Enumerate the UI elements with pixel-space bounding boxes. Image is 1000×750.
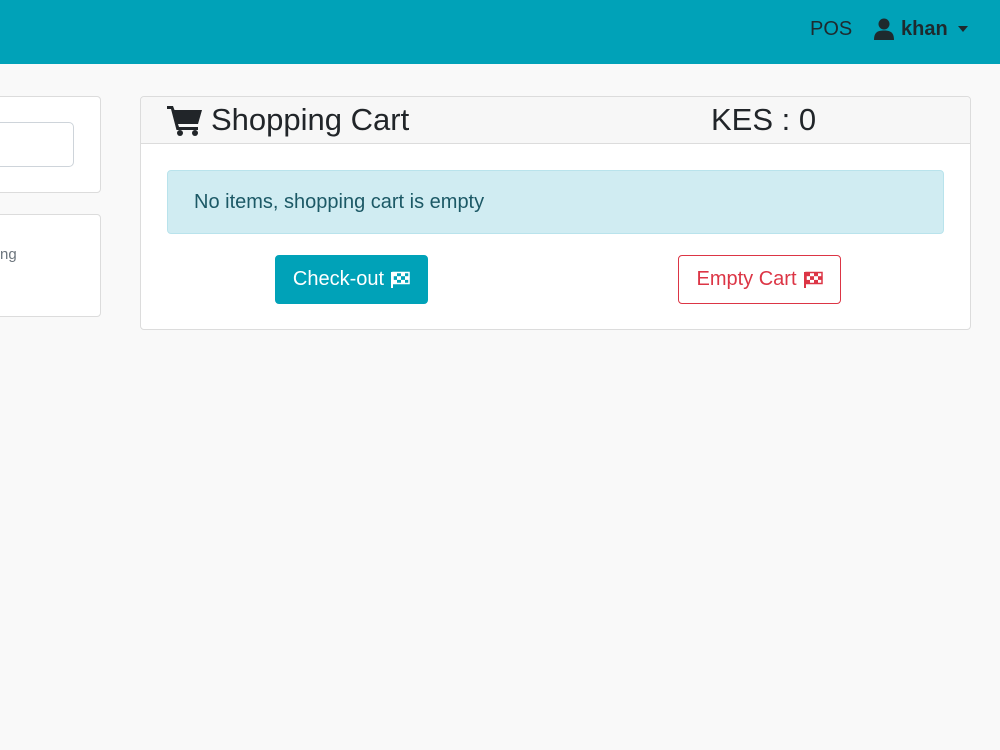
checkered-flag-icon (391, 271, 410, 288)
caret-down-icon (957, 26, 968, 32)
empty-cart-label: Empty Cart (696, 268, 797, 290)
cart-title-text: Shopping Cart (211, 102, 410, 137)
user-icon (874, 18, 894, 40)
cart-title: Shopping Cart (167, 101, 409, 139)
user-menu-dropdown[interactable]: khan (873, 17, 968, 41)
cart-total: KES : 0 (711, 102, 817, 137)
left-card-text: ng (0, 246, 17, 263)
checkered-flag-icon (803, 271, 823, 288)
checkout-label: Check-out (292, 268, 385, 290)
shopping-cart-icon (167, 106, 202, 136)
left-info-card (0, 214, 101, 317)
empty-cart-button[interactable]: Empty Cart (678, 255, 841, 304)
nav-pos-link[interactable]: POS (810, 17, 852, 41)
cart-header: Shopping Cart KES : 0 (141, 97, 970, 144)
left-search-input[interactable] (0, 122, 74, 167)
empty-cart-alert: No items, shopping cart is empty (167, 170, 944, 234)
checkout-button[interactable]: Check-out (275, 255, 428, 304)
top-navbar: POS khan (0, 0, 1000, 64)
shopping-cart-card: Shopping Cart KES : 0 No items, shopping… (140, 96, 971, 330)
user-name: khan (901, 18, 948, 40)
